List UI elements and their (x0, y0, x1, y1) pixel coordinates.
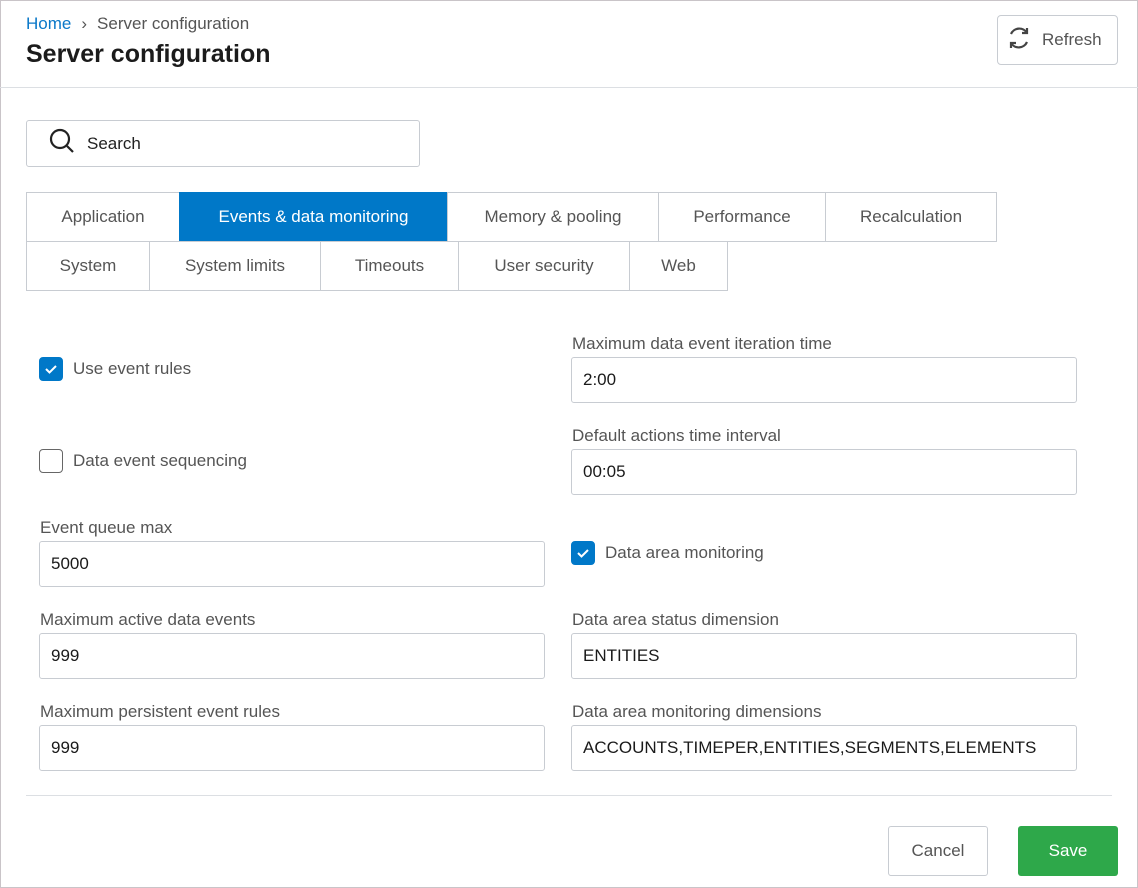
max-persistent-event-rules-label: Maximum persistent event rules (40, 702, 280, 722)
data-area-monitoring-checkbox[interactable]: Data area monitoring (571, 541, 764, 565)
footer-divider (26, 795, 1112, 796)
tab-performance[interactable]: Performance (658, 192, 826, 242)
tab-system[interactable]: System (26, 241, 150, 291)
data-event-sequencing-checkbox[interactable]: Data event sequencing (39, 449, 247, 473)
tab-timeouts[interactable]: Timeouts (320, 241, 459, 291)
search-icon (49, 128, 75, 159)
checkbox-checked-icon (39, 357, 63, 381)
breadcrumb-separator: › (81, 14, 87, 34)
breadcrumb-current: Server configuration (97, 14, 249, 34)
data-area-status-dimension-label: Data area status dimension (572, 610, 779, 630)
tab-events-data-monitoring[interactable]: Events & data monitoring (179, 192, 448, 242)
checkbox-checked-icon (571, 541, 595, 565)
event-queue-max-label: Event queue max (40, 518, 172, 538)
max-active-data-events-input[interactable]: 999 (39, 633, 545, 679)
tab-system-limits[interactable]: System limits (149, 241, 321, 291)
data-area-monitoring-dimensions-input[interactable]: ACCOUNTS,TIMEPER,ENTITIES,SEGMENTS,ELEME… (571, 725, 1077, 771)
default-actions-interval-label: Default actions time interval (572, 426, 781, 446)
use-event-rules-label: Use event rules (73, 359, 191, 379)
page-title: Server configuration (26, 40, 271, 69)
max-iteration-time-input[interactable]: 2:00 (571, 357, 1077, 403)
max-persistent-event-rules-input[interactable]: 999 (39, 725, 545, 771)
data-area-monitoring-label: Data area monitoring (605, 543, 764, 563)
tab-user-security[interactable]: User security (458, 241, 630, 291)
search-input[interactable]: Search (26, 120, 420, 167)
tab-application[interactable]: Application (26, 192, 180, 242)
max-iteration-time-label: Maximum data event iteration time (572, 334, 832, 354)
header-divider (0, 87, 1138, 88)
data-event-sequencing-label: Data event sequencing (73, 451, 247, 471)
refresh-icon (1006, 25, 1032, 56)
save-button[interactable]: Save (1018, 826, 1118, 876)
refresh-label: Refresh (1042, 30, 1102, 50)
max-active-data-events-label: Maximum active data events (40, 610, 255, 630)
event-queue-max-input[interactable]: 5000 (39, 541, 545, 587)
refresh-button[interactable]: Refresh (997, 15, 1118, 65)
use-event-rules-checkbox[interactable]: Use event rules (39, 357, 191, 381)
cancel-button[interactable]: Cancel (888, 826, 988, 876)
search-placeholder: Search (87, 134, 141, 154)
tab-web[interactable]: Web (629, 241, 728, 291)
tab-recalculation[interactable]: Recalculation (825, 192, 997, 242)
breadcrumb: Home › Server configuration (26, 14, 249, 34)
default-actions-interval-input[interactable]: 00:05 (571, 449, 1077, 495)
data-area-status-dimension-input[interactable]: ENTITIES (571, 633, 1077, 679)
checkbox-unchecked-icon (39, 449, 63, 473)
data-area-monitoring-dimensions-label: Data area monitoring dimensions (572, 702, 821, 722)
breadcrumb-home-link[interactable]: Home (26, 14, 71, 34)
tab-memory-pooling[interactable]: Memory & pooling (447, 192, 659, 242)
